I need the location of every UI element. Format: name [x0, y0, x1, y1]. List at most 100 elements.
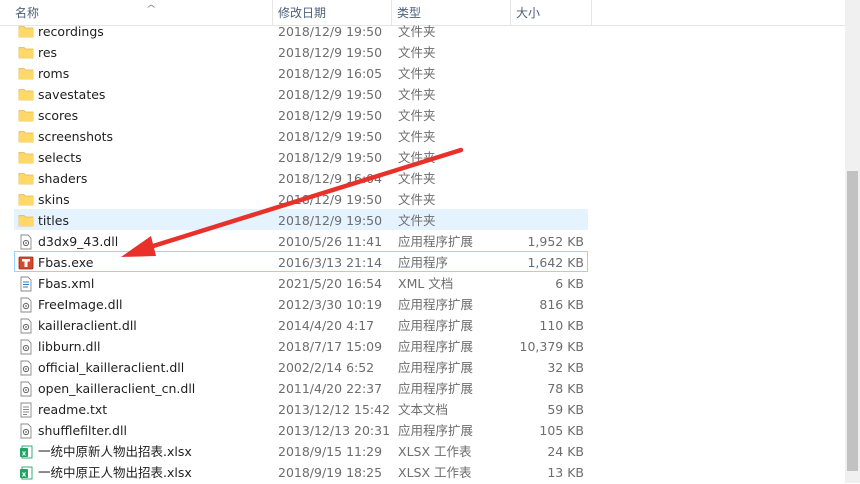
file-modified-date: 2002/2/14 6:52	[278, 360, 375, 375]
folder-icon	[18, 87, 34, 101]
file-modified-date: 2013/12/12 15:42	[278, 402, 391, 417]
file-modified-date: 2018/7/17 15:09	[278, 339, 383, 354]
file-name: official_kailleraclient.dll	[38, 360, 185, 375]
file-name: 一统中原新人物出招表.xlsx	[38, 444, 192, 459]
file-name: readme.txt	[38, 402, 108, 417]
dll-file-icon	[18, 423, 34, 439]
file-size: 24 KB	[547, 444, 584, 459]
file-modified-date: 2010/5/26 11:41	[278, 234, 383, 249]
file-name: kailleraclient.dll	[38, 318, 137, 333]
file-type: 文件夹	[398, 45, 436, 60]
file-modified-date: 2018/12/9 19:50	[278, 192, 383, 207]
file-name: selects	[38, 150, 82, 165]
dll-file-icon	[18, 234, 34, 250]
file-row[interactable]: libburn.dll 2018/7/17 15:09 应用程序扩展 10,379 K…	[14, 335, 588, 356]
file-modified-date: 2018/12/9 19:50	[278, 129, 383, 144]
file-row[interactable]: readme.txt 2013/12/12 15:42 文本文档 59 KB	[14, 398, 588, 419]
file-name: skins	[38, 192, 70, 207]
xml-file-icon	[18, 276, 34, 292]
file-row[interactable]: d3dx9_43.dll 2010/5/26 11:41 应用程序扩展 1,952 K…	[14, 230, 588, 251]
file-modified-date: 2018/12/9 16:05	[278, 66, 383, 81]
file-type: 文件夹	[398, 213, 436, 228]
column-header-size-label: 大小	[516, 6, 541, 20]
column-header-date-label: 修改日期	[278, 6, 327, 20]
file-name: shufflefilter.dll	[38, 423, 127, 438]
file-row[interactable]: x 一统中原正人物出招表.xlsx 2018/9/19 18:25 XLSX 工作表 1…	[14, 461, 588, 482]
file-size: 110 KB	[539, 318, 584, 333]
file-name: d3dx9_43.dll	[38, 234, 119, 249]
svg-text:x: x	[22, 470, 27, 478]
file-row[interactable]: open_kailleraclient_cn.dll 2011/4/20 22:3…	[14, 377, 588, 398]
file-name: titles	[38, 213, 69, 228]
file-size: 1,952 KB	[527, 234, 584, 249]
file-row[interactable]: savestates 2018/12/9 19:50 文件夹	[14, 83, 588, 104]
file-row[interactable]: x 一统中原新人物出招表.xlsx 2018/9/15 11:29 XLSX 工作表 2…	[14, 440, 588, 461]
file-name: open_kailleraclient_cn.dll	[38, 381, 196, 396]
file-row[interactable]: official_kailleraclient.dll 2002/2/14 6:5…	[14, 356, 588, 377]
file-row[interactable]: Fbas.exe 2016/3/13 21:14 应用程序 1,642 KB	[14, 251, 588, 272]
dll-file-icon	[18, 339, 34, 355]
file-modified-date: 2018/12/9 19:50	[278, 45, 383, 60]
scrollbar-thumb[interactable]	[847, 171, 858, 471]
file-size: 78 KB	[547, 381, 584, 396]
file-row[interactable]: recordings 2018/12/9 19:50 文件夹	[14, 20, 588, 41]
file-row[interactable]: roms 2018/12/9 16:05 文件夹	[14, 62, 588, 83]
file-size: 816 KB	[539, 297, 584, 312]
file-type: XLSX 工作表	[398, 444, 472, 459]
file-name: shaders	[38, 171, 88, 186]
file-type: 应用程序扩展	[398, 423, 474, 438]
svg-text:x: x	[22, 449, 27, 457]
file-modified-date: 2014/4/20 4:17	[278, 318, 375, 333]
file-row[interactable]: scores 2018/12/9 19:50 文件夹	[14, 104, 588, 125]
file-type: 应用程序扩展	[398, 360, 474, 375]
file-modified-date: 2018/12/9 19:50	[278, 108, 383, 123]
folder-icon	[18, 66, 34, 80]
file-row[interactable]: skins 2018/12/9 19:50 文件夹	[14, 188, 588, 209]
file-row[interactable]: kailleraclient.dll 2014/4/20 4:17 应用程序扩展 11…	[14, 314, 588, 335]
file-modified-date: 2018/9/15 11:29	[278, 444, 383, 459]
file-name: scores	[38, 108, 79, 123]
folder-icon	[18, 129, 34, 143]
file-type: 文件夹	[398, 150, 436, 165]
file-row[interactable]: shufflefilter.dll 2013/12/13 20:31 应用程序扩展 1…	[14, 419, 588, 440]
folder-icon	[18, 213, 34, 227]
exe-app-icon	[18, 255, 34, 270]
file-type: 应用程序扩展	[398, 297, 474, 312]
dll-file-icon	[18, 297, 34, 313]
folder-icon	[18, 171, 34, 185]
file-size: 32 KB	[547, 360, 584, 375]
file-type: 文件夹	[398, 192, 436, 207]
file-modified-date: 2018/12/9 19:50	[278, 213, 383, 228]
file-name: FreeImage.dll	[38, 297, 123, 312]
file-type: 文件夹	[398, 108, 436, 123]
file-modified-date: 2018/12/9 19:50	[278, 24, 383, 39]
file-row[interactable]: res 2018/12/9 19:50 文件夹	[14, 41, 588, 62]
file-type: 文件夹	[398, 171, 436, 186]
file-size: 6 KB	[555, 276, 584, 291]
file-modified-date: 2018/12/9 19:50	[278, 87, 383, 102]
file-name: roms	[38, 66, 70, 81]
file-row[interactable]: selects 2018/12/9 19:50 文件夹	[14, 146, 588, 167]
xlsx-file-icon: x	[18, 444, 34, 459]
file-type: 文本文档	[398, 402, 449, 417]
folder-icon	[18, 150, 34, 164]
txt-file-icon	[18, 402, 34, 418]
column-divider[interactable]	[591, 0, 592, 25]
dll-file-icon	[18, 381, 34, 397]
folder-icon	[18, 192, 34, 206]
dll-file-icon	[18, 360, 34, 376]
file-modified-date: 2013/12/13 20:31	[278, 423, 391, 438]
file-size: 10,379 KB	[519, 339, 584, 354]
file-modified-date: 2018/12/9 16:04	[278, 171, 383, 186]
file-type: 应用程序扩展	[398, 318, 474, 333]
file-row[interactable]: FreeImage.dll 2012/3/30 10:19 应用程序扩展 816 KB	[14, 293, 588, 314]
folder-icon	[18, 24, 34, 38]
dll-file-icon	[18, 318, 34, 334]
file-row[interactable]: shaders 2018/12/9 16:04 文件夹	[14, 167, 588, 188]
file-row[interactable]: Fbas.xml 2021/5/20 16:54 XML 文档 6 KB	[14, 272, 588, 293]
file-name: screenshots	[38, 129, 114, 144]
file-row[interactable]: titles 2018/12/9 19:50 文件夹	[14, 209, 588, 230]
file-type: 应用程序扩展	[398, 234, 474, 249]
file-name: 一统中原正人物出招表.xlsx	[38, 465, 192, 480]
file-row[interactable]: screenshots 2018/12/9 19:50 文件夹	[14, 125, 588, 146]
